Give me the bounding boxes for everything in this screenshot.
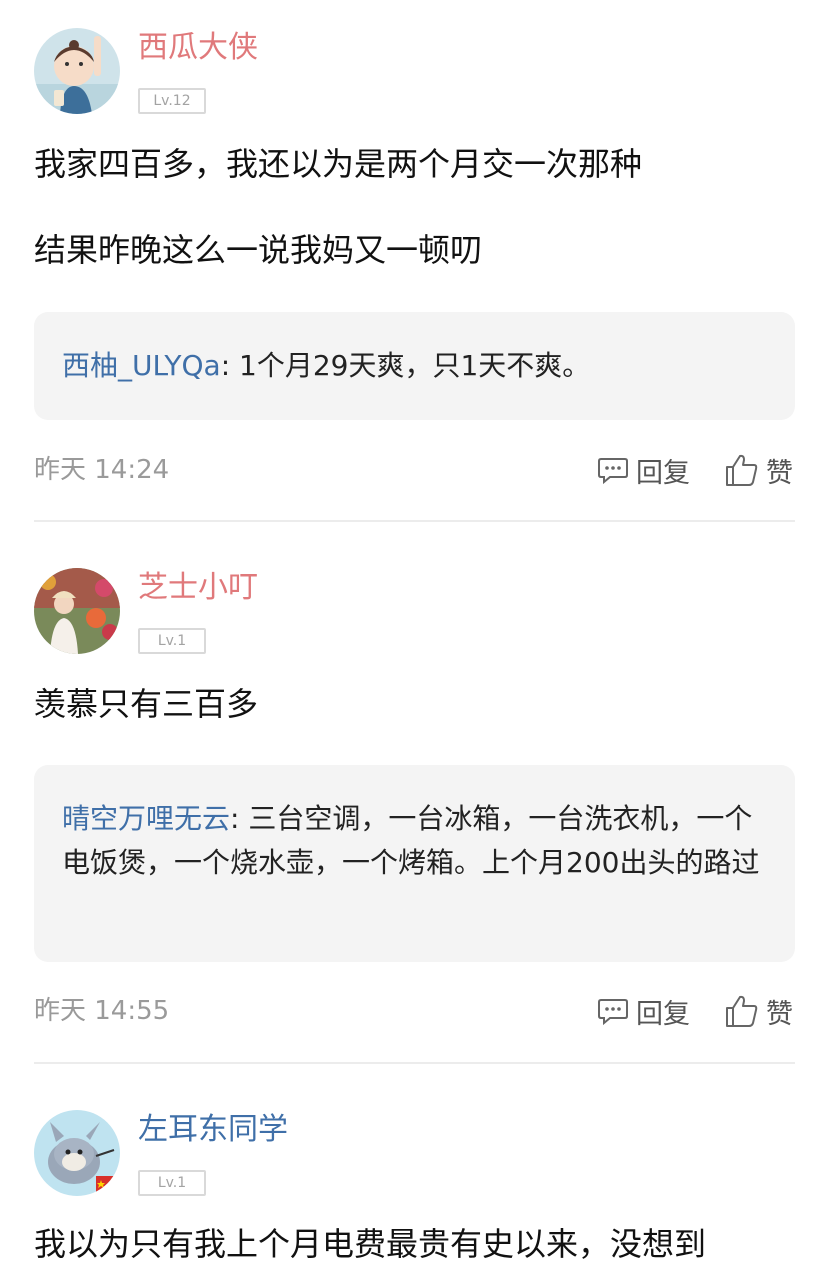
avatar[interactable] — [34, 1110, 120, 1196]
comment-text: 我以为只有我上个月电费最贵有史以来，没想到 — [34, 1225, 707, 1263]
comment-item: 左耳东同学 Lv.1 我以为只有我上个月电费最贵有史以来，没想到 — [0, 0, 828, 1279]
level-badge: Lv.1 — [138, 1170, 206, 1196]
username[interactable]: 左耳东同学 — [138, 1112, 288, 1148]
